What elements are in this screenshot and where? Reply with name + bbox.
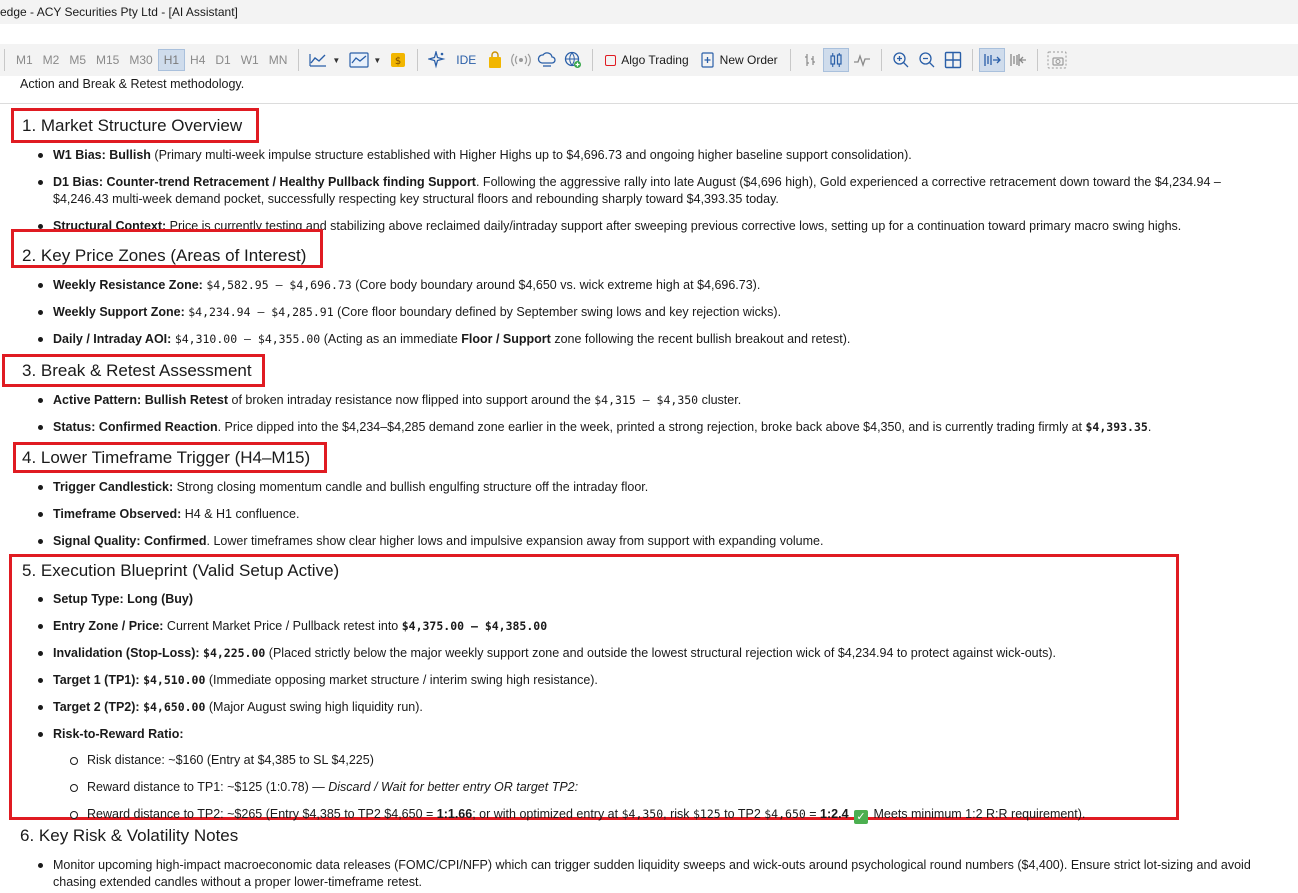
algo-trading-button[interactable]: Algo Trading (599, 53, 694, 67)
ide-button[interactable]: IDE (450, 53, 482, 67)
period-d1[interactable]: D1 (210, 50, 235, 70)
period-h1[interactable]: H1 (157, 49, 186, 71)
period-m1[interactable]: M1 (11, 50, 38, 70)
stop-square-icon (605, 54, 617, 66)
toolbar-separator (789, 49, 791, 71)
period-mn[interactable]: MN (264, 50, 293, 70)
chevron-down-icon[interactable]: ▼ (373, 56, 381, 65)
chart-shift-icon[interactable] (1005, 48, 1031, 72)
web-terminal-icon[interactable] (560, 48, 586, 72)
list-item: W1 Bias: Bullish (Primary multi-week imp… (38, 147, 1288, 164)
break-retest-list: Active Pattern: Bullish Retest of broken… (38, 392, 1288, 446)
toolbar-separator (1036, 49, 1038, 71)
line-chart-icon[interactable] (849, 48, 875, 72)
new-order-icon (701, 52, 714, 68)
intro-text: Action and Break & Retest methodology. (20, 77, 245, 91)
templates-icon[interactable] (346, 48, 372, 72)
main-toolbar: M1 M2 M5 M15 M30 H1 H4 D1 W1 MN ▼ ▼ $ ID… (0, 44, 1298, 76)
risk-notes-list: Monitor upcoming high-impact macroeconom… (38, 857, 1288, 893)
list-item: Risk-to-Reward Ratio: Risk distance: ~$1… (38, 726, 1288, 824)
chevron-down-icon[interactable]: ▼ (332, 56, 340, 65)
toolbar-separator (880, 49, 882, 71)
list-item: Reward distance to TP1: ~$125 (1:0.78) —… (70, 779, 1298, 796)
toolbar-separator (592, 49, 594, 71)
list-item: Status: Confirmed Reaction. Price dipped… (38, 419, 1288, 436)
list-item: Target 1 (TP1): $4,510.00 (Immediate opp… (38, 672, 1288, 689)
signals-icon[interactable] (508, 48, 534, 72)
tile-windows-icon[interactable] (940, 48, 966, 72)
list-item: Weekly Resistance Zone: $4,582.95 – $4,6… (38, 277, 1288, 294)
period-w1[interactable]: W1 (236, 50, 264, 70)
ai-assistant-icon[interactable] (424, 48, 450, 72)
list-item: Reward distance to TP2: ~$265 (Entry $4,… (70, 806, 1298, 824)
bar-chart-icon[interactable] (797, 48, 823, 72)
list-item: D1 Bias: Counter-trend Retracement / Hea… (38, 174, 1268, 208)
ltf-trigger-list: Trigger Candlestick: Strong closing mome… (38, 479, 1288, 560)
candlestick-chart-icon[interactable] (822, 48, 849, 72)
check-mark-icon: ✓ (854, 810, 869, 824)
indicators-icon[interactable] (305, 48, 331, 72)
new-order-button[interactable]: New Order (695, 52, 784, 68)
period-h4[interactable]: H4 (185, 50, 210, 70)
list-item: Risk distance: ~$160 (Entry at $4,385 to… (70, 752, 1298, 769)
toolbar-separator (971, 49, 973, 71)
period-m15[interactable]: M15 (91, 50, 124, 70)
list-item: Setup Type: Long (Buy) (38, 591, 1288, 608)
divider (0, 103, 1298, 104)
section-heading-risk-notes: 6. Key Risk & Volatility Notes (20, 826, 239, 845)
svg-text:$: $ (395, 56, 401, 67)
window-title: edge - ACY Securities Pty Ltd - [AI Assi… (0, 5, 238, 19)
list-item: Weekly Support Zone: $4,234.94 – $4,285.… (38, 304, 1288, 321)
list-item: Target 2 (TP2): $4,650.00 (Major August … (38, 699, 1288, 716)
key-price-zones-list: Weekly Resistance Zone: $4,582.95 – $4,6… (38, 277, 1288, 358)
list-item: Monitor upcoming high-impact macroeconom… (38, 857, 1283, 891)
list-item: Entry Zone / Price: Current Market Price… (38, 618, 1288, 635)
section-heading-ltf-trigger: 4. Lower Timeframe Trigger (H4–M15) (22, 448, 311, 467)
dollar-icon[interactable]: $ (385, 48, 411, 72)
rr-sublist: Risk distance: ~$160 (Entry at $4,385 to… (53, 752, 1288, 824)
auto-scroll-icon[interactable] (978, 48, 1005, 72)
zoom-in-icon[interactable] (888, 48, 914, 72)
section-heading-break-retest: 3. Break & Retest Assessment (22, 361, 252, 380)
list-item: Active Pattern: Bullish Retest of broken… (38, 392, 1288, 409)
market-bag-icon[interactable] (482, 48, 508, 72)
toolbar-separator (298, 49, 300, 71)
vps-cloud-icon[interactable] (534, 48, 560, 72)
period-m30[interactable]: M30 (124, 50, 157, 70)
screenshot-icon[interactable] (1044, 48, 1070, 72)
toolbar-separator (4, 49, 5, 71)
list-item: Signal Quality: Confirmed. Lower timefra… (38, 533, 1288, 550)
execution-blueprint-list: Setup Type: Long (Buy) Entry Zone / Pric… (38, 591, 1288, 834)
new-order-label: New Order (719, 53, 778, 67)
algo-trading-label: Algo Trading (621, 53, 689, 67)
window-titlebar: edge - ACY Securities Pty Ltd - [AI Assi… (0, 0, 1298, 24)
section-heading-key-price-zones: 2. Key Price Zones (Areas of Interest) (22, 246, 307, 265)
zoom-out-icon[interactable] (914, 48, 940, 72)
section-heading-execution-blueprint: 5. Execution Blueprint (Valid Setup Acti… (22, 561, 340, 580)
list-item: Timeframe Observed: H4 & H1 confluence. (38, 506, 1288, 523)
list-item: Invalidation (Stop-Loss): $4,225.00 (Pla… (38, 645, 1288, 662)
period-m5[interactable]: M5 (64, 50, 91, 70)
period-m2[interactable]: M2 (38, 50, 65, 70)
section-heading-market-structure: 1. Market Structure Overview (22, 116, 243, 135)
list-item: Daily / Intraday AOI: $4,310.00 – $4,355… (38, 331, 1288, 348)
toolbar-separator (417, 49, 419, 71)
list-item: Trigger Candlestick: Strong closing mome… (38, 479, 1288, 496)
ai-assistant-content: Action and Break & Retest methodology. 1… (0, 76, 1298, 893)
